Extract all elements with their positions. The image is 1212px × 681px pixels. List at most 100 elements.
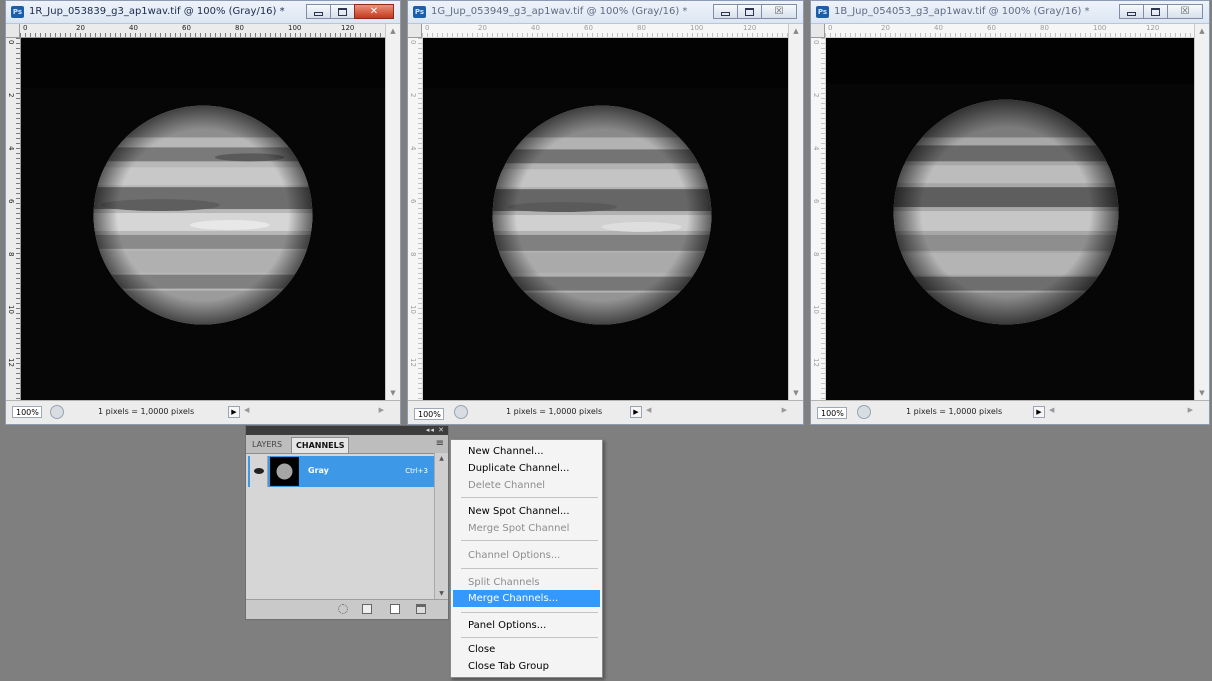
close-button[interactable]: ☒ [761,4,797,19]
vertical-ruler[interactable]: 0 2 4 6 8 10 12 [811,38,826,400]
menu-separator [461,568,598,569]
ruler-label: 80 [1039,24,1050,32]
photoshop-icon: Ps [11,6,24,18]
menu-item-new-spot-channel[interactable]: New Spot Channel... [453,503,600,520]
status-menu-arrow-icon[interactable]: ▶ [228,406,240,418]
status-bar: 100% 1 pixels = 1,0000 pixels ▶ ◀ ▶ [6,400,400,424]
scroll-down-icon[interactable]: ▼ [435,590,448,597]
menu-item-duplicate-channel[interactable]: Duplicate Channel... [453,460,600,477]
status-menu-arrow-icon[interactable]: ▶ [630,406,642,418]
save-selection-icon[interactable] [362,604,372,614]
vertical-ruler[interactable]: 0 2 4 6 8 10 12 [6,38,21,400]
channel-name: Gray [308,466,329,475]
panel-header[interactable]: ◂◂ ✕ [246,426,448,435]
ruler-label: 10 [7,305,15,314]
tab-channels[interactable]: CHANNELS [291,437,350,453]
scroll-left-icon[interactable]: ◀ [646,406,651,414]
channel-row-gray[interactable]: Gray Ctrl+3 [248,456,434,487]
zoom-field[interactable]: 100% [12,406,42,418]
window-titlebar[interactable]: Ps 1B_Jup_054053_g3_ap1wav.tif @ 100% (G… [811,1,1209,24]
maximize-button[interactable] [330,4,354,19]
ruler-label: 40 [128,24,139,32]
scroll-up-icon[interactable]: ▲ [1195,27,1209,35]
ruler-label: 40 [933,24,944,32]
horizontal-scrollbar[interactable]: ◀ ▶ [1049,406,1193,418]
menu-item-split-channels[interactable]: Split Channels [453,574,600,591]
menu-item-panel-options[interactable]: Panel Options... [453,617,600,634]
vertical-scrollbar[interactable]: ▲ ▼ [1194,24,1209,400]
ruler-label: 100 [1092,24,1108,32]
minimize-button[interactable] [306,4,330,19]
ruler-label: 80 [636,24,647,32]
image-canvas[interactable] [21,38,385,400]
new-channel-icon[interactable] [390,604,400,614]
tab-layers[interactable]: LAYERS [248,437,286,453]
scroll-right-icon[interactable]: ▶ [1188,406,1193,414]
menu-item-new-channel[interactable]: New Channel... [453,443,600,460]
status-menu-arrow-icon[interactable]: ▶ [1033,406,1045,418]
menu-item-close-tab-group[interactable]: Close Tab Group [453,658,600,675]
zoom-icon[interactable] [454,405,468,419]
scroll-up-icon[interactable]: ▲ [386,27,400,35]
menu-item-channel-options[interactable]: Channel Options... [453,547,600,564]
ruler-label: 0 [424,24,431,32]
scroll-right-icon[interactable]: ▶ [379,406,384,414]
zoom-field[interactable]: 100% [414,408,444,420]
horizontal-ruler[interactable]: 0 20 40 60 80 100 120 [422,24,789,38]
scroll-down-icon[interactable]: ▼ [789,389,803,397]
window-title: 1G_Jup_053949_g3_ap1wav.tif @ 100% (Gray… [431,6,688,17]
maximize-button[interactable] [1143,4,1167,19]
document-info: 1 pixels = 1,0000 pixels [98,407,195,416]
scroll-down-icon[interactable]: ▼ [1195,389,1209,397]
maximize-button[interactable] [737,4,761,19]
jupiter-image [826,38,1194,325]
zoom-icon[interactable] [857,405,871,419]
document-window-green[interactable]: Ps 1G_Jup_053949_g3_ap1wav.tif @ 100% (G… [407,0,804,425]
ruler-label: 0 [827,24,834,32]
ruler-origin[interactable] [408,24,422,38]
ruler-label: 20 [75,24,86,32]
load-selection-icon[interactable] [338,604,348,614]
visibility-toggle[interactable] [250,456,268,487]
vertical-ruler[interactable]: 0 2 4 6 8 10 12 [408,38,423,400]
horizontal-ruler[interactable]: 0 20 40 60 80 100 120 [20,24,386,38]
minimize-button[interactable] [713,4,737,19]
ruler-label: 8 [812,252,820,257]
scroll-up-icon[interactable]: ▲ [789,27,803,35]
horizontal-ruler[interactable]: 0 20 40 60 80 100 120 [825,24,1195,38]
scroll-up-icon[interactable]: ▲ [435,455,448,462]
close-button[interactable]: ☒ [1167,4,1203,19]
window-titlebar[interactable]: Ps 1G_Jup_053949_g3_ap1wav.tif @ 100% (G… [408,1,803,24]
zoom-field[interactable]: 100% [817,407,847,419]
ruler-origin[interactable] [6,24,20,38]
channels-panel[interactable]: ◂◂ ✕ LAYERS CHANNELS ≡ Gray Ctrl+3 ▲ ▼ [245,425,449,620]
scroll-down-icon[interactable]: ▼ [386,389,400,397]
minimize-button[interactable] [1119,4,1143,19]
zoom-icon[interactable] [50,405,64,419]
ruler-origin[interactable] [811,24,825,38]
scroll-left-icon[interactable]: ◀ [244,406,249,414]
image-canvas[interactable] [423,38,788,400]
ruler-label: 6 [812,199,820,204]
panel-menu-icon[interactable]: ≡ [436,438,444,449]
window-titlebar[interactable]: Ps 1R_Jup_053839_g3_ap1wav.tif @ 100% (G… [6,1,400,24]
vertical-scrollbar[interactable]: ▲ ▼ [385,24,400,400]
vertical-scrollbar[interactable]: ▲ ▼ [788,24,803,400]
horizontal-scrollbar[interactable]: ◀ ▶ [244,406,384,418]
scroll-right-icon[interactable]: ▶ [782,406,787,414]
horizontal-scrollbar[interactable]: ◀ ▶ [646,406,787,418]
panel-scrollbar[interactable]: ▲ ▼ [434,453,448,599]
panel-collapse-close-icon[interactable]: ◂◂ ✕ [426,426,445,435]
ruler-label: 2 [409,93,417,98]
menu-item-merge-spot-channel[interactable]: Merge Spot Channel [453,520,600,537]
document-window-red[interactable]: Ps 1R_Jup_053839_g3_ap1wav.tif @ 100% (G… [5,0,401,425]
menu-item-delete-channel[interactable]: Delete Channel [453,477,600,494]
image-canvas[interactable] [826,38,1194,400]
scroll-left-icon[interactable]: ◀ [1049,406,1054,414]
maximize-icon [745,8,754,16]
menu-item-close[interactable]: Close [453,641,600,658]
close-button[interactable]: ✕ [354,4,394,19]
menu-item-merge-channels[interactable]: Merge Channels... [453,590,600,607]
trash-icon[interactable] [416,604,426,614]
document-window-blue[interactable]: Ps 1B_Jup_054053_g3_ap1wav.tif @ 100% (G… [810,0,1210,425]
